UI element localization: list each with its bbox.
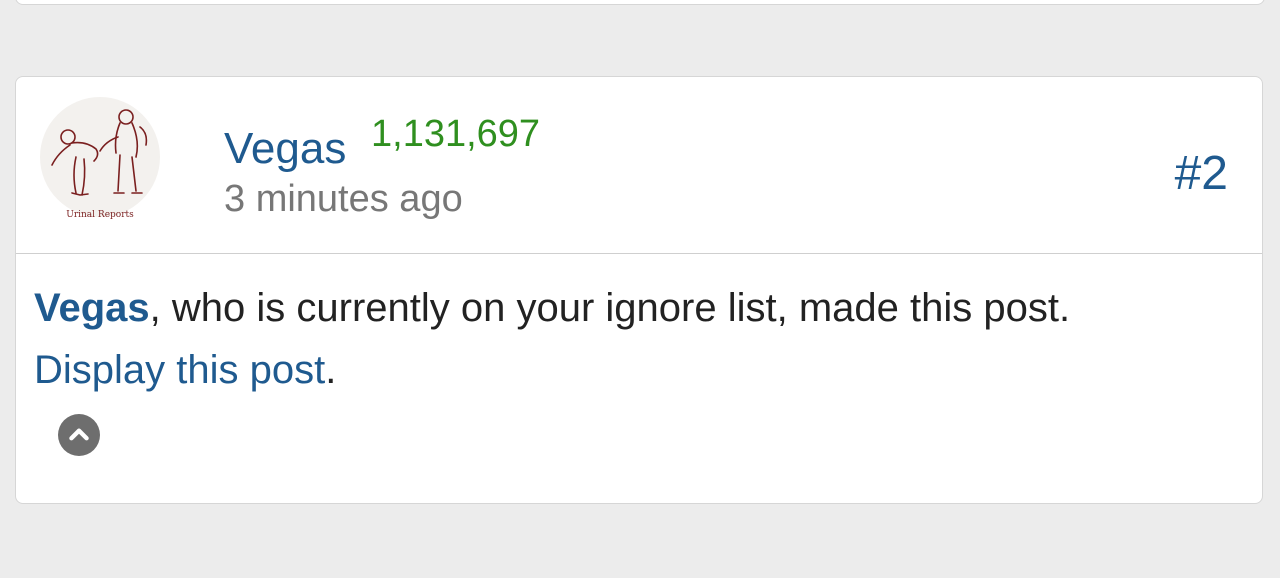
ignore-notice-text: , who is currently on your ignore list, … xyxy=(149,286,1071,330)
ignored-username-link[interactable]: Vegas xyxy=(34,286,150,330)
collapse-toggle-button[interactable] xyxy=(58,414,100,456)
display-post-link[interactable]: Display this post xyxy=(34,348,325,392)
post-card: Urinal Reports Vegas 1,131,697 3 minutes… xyxy=(15,76,1263,504)
avatar-drawing-icon: Urinal Reports xyxy=(40,97,160,220)
ignored-post-notice: Vegas, who is currently on your ignore l… xyxy=(34,277,1244,401)
user-avatar[interactable]: Urinal Reports xyxy=(36,97,164,225)
post-timestamp[interactable]: 3 minutes ago xyxy=(224,177,463,221)
user-post-count: 1,131,697 xyxy=(371,113,541,155)
chevron-up-icon xyxy=(69,428,89,441)
previous-post-card xyxy=(15,0,1265,5)
username-link[interactable]: Vegas xyxy=(224,125,346,173)
post-header: Urinal Reports Vegas 1,131,697 3 minutes… xyxy=(16,77,1262,254)
avatar-caption: Urinal Reports xyxy=(66,210,134,220)
post-permalink-number[interactable]: #2 xyxy=(1175,147,1228,201)
display-link-suffix: . xyxy=(325,348,337,392)
